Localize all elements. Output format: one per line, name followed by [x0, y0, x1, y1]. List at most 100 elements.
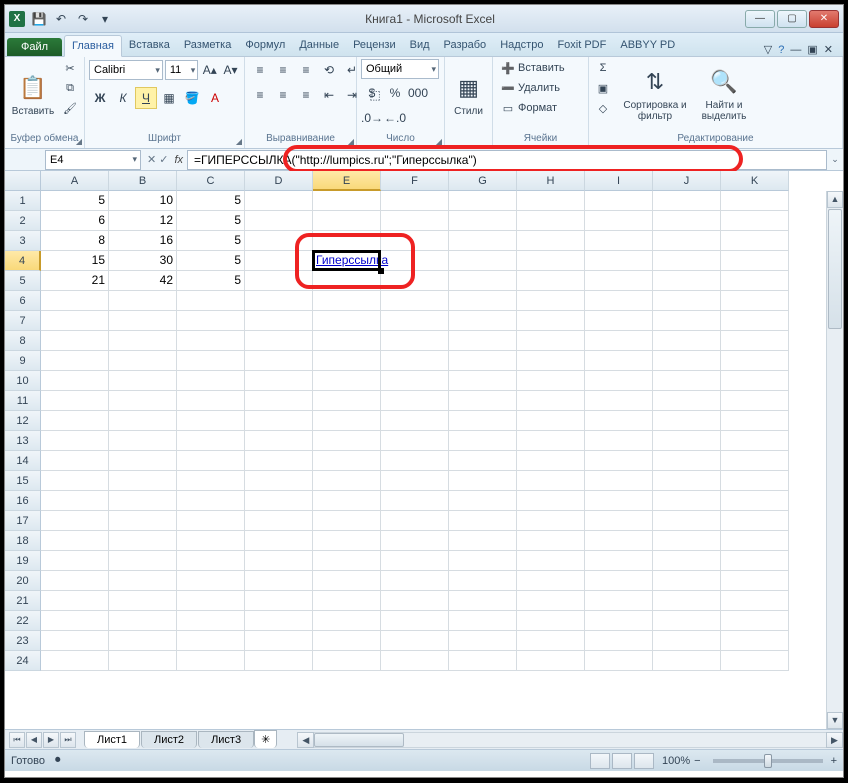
- align-middle-icon[interactable]: ≡: [272, 59, 294, 81]
- cell-J15[interactable]: [653, 471, 721, 491]
- scroll-down-icon[interactable]: ▼: [827, 712, 843, 729]
- cell-F4[interactable]: [381, 251, 449, 271]
- cell-H19[interactable]: [517, 551, 585, 571]
- cell-G18[interactable]: [449, 531, 517, 551]
- cell-C20[interactable]: [177, 571, 245, 591]
- cell-C8[interactable]: [177, 331, 245, 351]
- cell-J14[interactable]: [653, 451, 721, 471]
- comma-icon[interactable]: 000: [407, 82, 429, 104]
- cell-K1[interactable]: [721, 191, 789, 211]
- ribbon-tab-1[interactable]: Вставка: [122, 35, 177, 56]
- cell-D19[interactable]: [245, 551, 313, 571]
- row-header-24[interactable]: 24: [5, 651, 41, 671]
- cell-D6[interactable]: [245, 291, 313, 311]
- cell-F22[interactable]: [381, 611, 449, 631]
- cell-J2[interactable]: [653, 211, 721, 231]
- row-header-14[interactable]: 14: [5, 451, 41, 471]
- cell-E6[interactable]: [313, 291, 381, 311]
- cell-C12[interactable]: [177, 411, 245, 431]
- cell-F1[interactable]: [381, 191, 449, 211]
- cell-D4[interactable]: [245, 251, 313, 271]
- file-tab[interactable]: Файл: [7, 38, 62, 56]
- cell-I23[interactable]: [585, 631, 653, 651]
- cell-K6[interactable]: [721, 291, 789, 311]
- cell-K19[interactable]: [721, 551, 789, 571]
- cell-F23[interactable]: [381, 631, 449, 651]
- border-icon[interactable]: ▦: [158, 87, 180, 109]
- fill-handle[interactable]: [378, 268, 384, 274]
- cell-J24[interactable]: [653, 651, 721, 671]
- cell-E15[interactable]: [313, 471, 381, 491]
- cell-C15[interactable]: [177, 471, 245, 491]
- sheet-tab-0[interactable]: Лист1: [84, 731, 140, 748]
- cell-H13[interactable]: [517, 431, 585, 451]
- cell-G17[interactable]: [449, 511, 517, 531]
- row-header-16[interactable]: 16: [5, 491, 41, 511]
- cell-K23[interactable]: [721, 631, 789, 651]
- cell-A12[interactable]: [41, 411, 109, 431]
- cell-H5[interactable]: [517, 271, 585, 291]
- cell-A6[interactable]: [41, 291, 109, 311]
- cell-B19[interactable]: [109, 551, 177, 571]
- cell-C13[interactable]: [177, 431, 245, 451]
- cell-F20[interactable]: [381, 571, 449, 591]
- cell-A5[interactable]: 21: [41, 271, 109, 291]
- decrease-indent-icon[interactable]: ⇤: [318, 84, 340, 106]
- cell-D1[interactable]: [245, 191, 313, 211]
- cell-G8[interactable]: [449, 331, 517, 351]
- cell-D5[interactable]: [245, 271, 313, 291]
- cell-H2[interactable]: [517, 211, 585, 231]
- paste-button[interactable]: 📋 Вставить: [9, 59, 57, 129]
- zoom-in-icon[interactable]: +: [831, 755, 837, 767]
- cell-K17[interactable]: [721, 511, 789, 531]
- cell-J12[interactable]: [653, 411, 721, 431]
- ribbon-tab-9[interactable]: Foxit PDF: [550, 35, 613, 56]
- autosum-icon[interactable]: Σ: [593, 59, 613, 77]
- cell-H4[interactable]: [517, 251, 585, 271]
- cell-G14[interactable]: [449, 451, 517, 471]
- align-bottom-icon[interactable]: ≡: [295, 59, 317, 81]
- cell-K7[interactable]: [721, 311, 789, 331]
- font-color-icon[interactable]: A: [204, 87, 226, 109]
- cell-G20[interactable]: [449, 571, 517, 591]
- cell-D13[interactable]: [245, 431, 313, 451]
- cell-H16[interactable]: [517, 491, 585, 511]
- cell-A23[interactable]: [41, 631, 109, 651]
- row-header-23[interactable]: 23: [5, 631, 41, 651]
- number-launcher-icon[interactable]: ◢: [436, 137, 442, 146]
- cell-F11[interactable]: [381, 391, 449, 411]
- cell-D12[interactable]: [245, 411, 313, 431]
- cell-A20[interactable]: [41, 571, 109, 591]
- underline-button[interactable]: Ч: [135, 87, 157, 109]
- cell-H12[interactable]: [517, 411, 585, 431]
- cell-K15[interactable]: [721, 471, 789, 491]
- cell-B9[interactable]: [109, 351, 177, 371]
- cell-G16[interactable]: [449, 491, 517, 511]
- cell-B1[interactable]: 10: [109, 191, 177, 211]
- cell-D18[interactable]: [245, 531, 313, 551]
- cell-F21[interactable]: [381, 591, 449, 611]
- scroll-up-icon[interactable]: ▲: [827, 191, 843, 208]
- cell-I9[interactable]: [585, 351, 653, 371]
- cell-B16[interactable]: [109, 491, 177, 511]
- page-layout-view-icon[interactable]: [612, 753, 632, 769]
- cell-B18[interactable]: [109, 531, 177, 551]
- cell-K9[interactable]: [721, 351, 789, 371]
- italic-button[interactable]: К: [112, 87, 134, 109]
- vertical-scrollbar[interactable]: ▲ ▼: [826, 191, 843, 729]
- cell-K18[interactable]: [721, 531, 789, 551]
- cell-D14[interactable]: [245, 451, 313, 471]
- ribbon-tab-2[interactable]: Разметка: [177, 35, 239, 56]
- cell-B20[interactable]: [109, 571, 177, 591]
- cell-B22[interactable]: [109, 611, 177, 631]
- cell-I7[interactable]: [585, 311, 653, 331]
- cell-F17[interactable]: [381, 511, 449, 531]
- cell-J20[interactable]: [653, 571, 721, 591]
- cell-B21[interactable]: [109, 591, 177, 611]
- cell-J5[interactable]: [653, 271, 721, 291]
- cell-F8[interactable]: [381, 331, 449, 351]
- cell-A11[interactable]: [41, 391, 109, 411]
- cell-B15[interactable]: [109, 471, 177, 491]
- last-sheet-icon[interactable]: ⏭: [60, 732, 76, 748]
- cell-C16[interactable]: [177, 491, 245, 511]
